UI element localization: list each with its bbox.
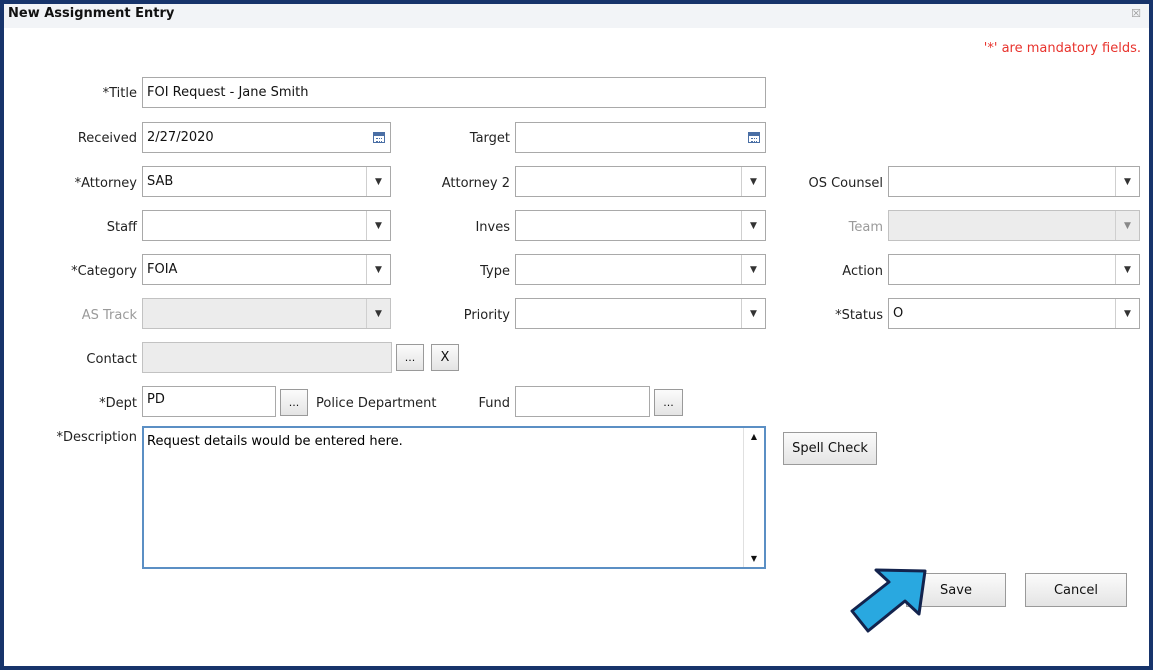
category-label: *Category [71,264,137,279]
cancel-button[interactable]: Cancel [1025,573,1127,607]
chevron-down-icon[interactable]: ▼ [741,211,765,240]
fund-browse-button[interactable]: ... [654,389,683,416]
contact-field [142,342,392,373]
attorney2-label: Attorney 2 [441,176,510,191]
fund-field[interactable] [515,386,650,417]
os-counsel-select[interactable]: ▼ [888,166,1140,197]
type-select[interactable]: ▼ [515,254,766,285]
chevron-down-icon: ▼ [366,299,390,328]
received-date-value: 2/27/2020 [147,130,214,145]
inves-select[interactable]: ▼ [515,210,766,241]
category-value: FOIA [147,262,178,277]
mandatory-note: '*' are mandatory fields. [983,41,1141,56]
inves-label: Inves [475,220,510,235]
dept-browse-button[interactable]: ... [280,389,308,416]
window-title: New Assignment Entry [8,6,175,21]
fund-label: Fund [478,396,511,411]
close-icon[interactable]: ☒ [1131,7,1141,20]
calendar-icon[interactable] [367,123,390,152]
chevron-down-icon[interactable]: ▼ [366,167,390,196]
ellipsis-icon: ... [404,351,416,364]
ellipsis-icon: ... [288,396,300,409]
contact-browse-button[interactable]: ... [396,344,424,371]
title-bar: New Assignment Entry ☒ [4,4,1149,28]
as-track-label: AS Track [81,308,137,323]
spell-check-button[interactable]: Spell Check [783,432,877,465]
contact-label: Contact [86,352,137,367]
category-select[interactable]: FOIA ▼ [142,254,391,285]
chevron-down-icon[interactable]: ▼ [1115,255,1139,284]
priority-label: Priority [463,308,510,323]
os-counsel-label: OS Counsel [808,176,883,191]
dept-label: *Dept [99,396,137,411]
staff-label: Staff [106,220,137,235]
calendar-icon[interactable] [742,123,765,152]
chevron-down-icon[interactable]: ▼ [741,167,765,196]
action-select[interactable]: ▼ [888,254,1140,285]
chevron-down-icon[interactable]: ▼ [366,211,390,240]
chevron-down-icon[interactable]: ▼ [1115,167,1139,196]
received-date-field[interactable]: 2/27/2020 [142,122,391,153]
scroll-up-icon[interactable]: ▲ [744,432,764,441]
team-select: ▼ [888,210,1140,241]
scroll-down-icon[interactable]: ▼ [744,554,764,563]
chevron-down-icon[interactable]: ▼ [366,255,390,284]
dept-field[interactable]: PD [142,386,276,417]
team-label: Team [848,220,883,235]
as-track-select: ▼ [142,298,391,329]
target-date-field[interactable] [515,122,766,153]
ellipsis-icon: ... [663,396,674,409]
attorney2-select[interactable]: ▼ [515,166,766,197]
type-label: Type [480,264,510,279]
title-field[interactable]: FOI Request - Jane Smith [142,77,766,108]
title-label: *Title [102,86,137,101]
blue-arrow-icon [850,568,927,633]
attorney-select[interactable]: SAB ▼ [142,166,391,197]
target-label: Target [469,131,510,146]
chevron-down-icon[interactable]: ▼ [741,255,765,284]
chevron-down-icon[interactable]: ▼ [741,299,765,328]
chevron-down-icon: ▼ [1115,211,1139,240]
status-label: *Status [835,308,883,323]
chevron-down-icon[interactable]: ▼ [1115,299,1139,328]
status-value: O [893,306,904,321]
attorney-label: *Attorney [74,176,137,191]
description-value: Request details would be entered here. [147,434,403,449]
contact-clear-button[interactable]: X [431,344,459,371]
received-label: Received [77,131,137,146]
attorney-value: SAB [147,174,174,189]
status-select[interactable]: O ▼ [888,298,1140,329]
staff-select[interactable]: ▼ [142,210,391,241]
priority-select[interactable]: ▼ [515,298,766,329]
dept-name-text: Police Department [316,396,437,411]
description-textarea[interactable]: Request details would be entered here. ▲… [142,426,766,569]
description-scrollbar[interactable]: ▲ ▼ [743,428,764,567]
description-label: *Description [56,430,137,445]
action-label: Action [842,264,883,279]
